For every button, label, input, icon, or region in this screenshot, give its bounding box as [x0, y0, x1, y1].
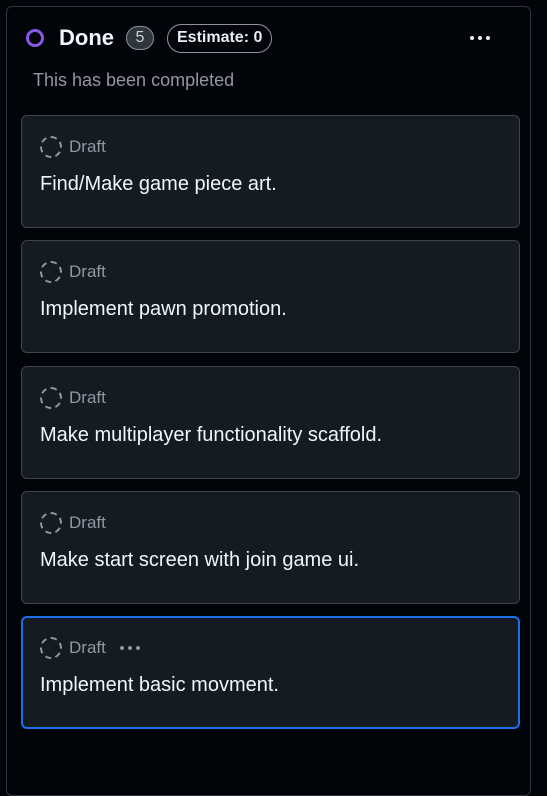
kebab-dot — [135, 646, 140, 650]
kebab-dot — [478, 36, 482, 40]
card-status-row: Draft — [40, 386, 106, 410]
column-title: Done — [59, 25, 114, 50]
card-status-label: Draft — [69, 638, 106, 657]
card-item-selected[interactable]: Draft Implement basic movment. — [21, 616, 520, 729]
item-count-badge: 5 — [126, 26, 154, 50]
card-status-row: Draft — [40, 636, 140, 660]
kebab-dot — [127, 646, 132, 650]
card-title[interactable]: Implement pawn promotion. — [40, 298, 287, 321]
card-status-row: Draft — [40, 260, 106, 284]
kebab-horizontal-icon — [470, 36, 474, 40]
kebab-horizontal-icon — [119, 646, 124, 650]
card-title[interactable]: Find/Make game piece art. — [40, 173, 277, 196]
card-item[interactable]: Draft Make start screen with join game u… — [21, 491, 520, 604]
estimate-badge: Estimate: 0 — [167, 23, 273, 53]
draft-issue-icon — [40, 136, 62, 158]
card-item[interactable]: Draft Make multiplayer functionality sca… — [21, 366, 520, 479]
draft-issue-icon — [40, 512, 62, 534]
card-status-label: Draft — [69, 513, 106, 532]
column-more-options-button[interactable] — [465, 28, 495, 48]
card-status-label: Draft — [69, 388, 106, 407]
card-title[interactable]: Make multiplayer functionality scaffold. — [40, 424, 382, 447]
card-title[interactable]: Implement basic movment. — [40, 674, 279, 697]
draft-issue-icon — [40, 637, 62, 659]
draft-issue-icon — [40, 387, 62, 409]
kebab-dot — [486, 36, 490, 40]
column-description: This has been completed — [33, 70, 235, 90]
draft-issue-icon — [40, 261, 62, 283]
status-circle-icon — [26, 29, 44, 47]
column-header: Done 5 Estimate: 0 — [26, 22, 273, 54]
card-title[interactable]: Make start screen with join game ui. — [40, 549, 359, 572]
card-status-label: Draft — [69, 262, 106, 281]
card-item[interactable]: Draft Implement pawn promotion. — [21, 240, 520, 353]
card-more-options-button[interactable] — [119, 638, 140, 658]
card-status-row: Draft — [40, 135, 106, 159]
card-status-row: Draft — [40, 511, 106, 535]
card-status-label: Draft — [69, 137, 106, 156]
card-item[interactable]: Draft Find/Make game piece art. — [21, 115, 520, 228]
